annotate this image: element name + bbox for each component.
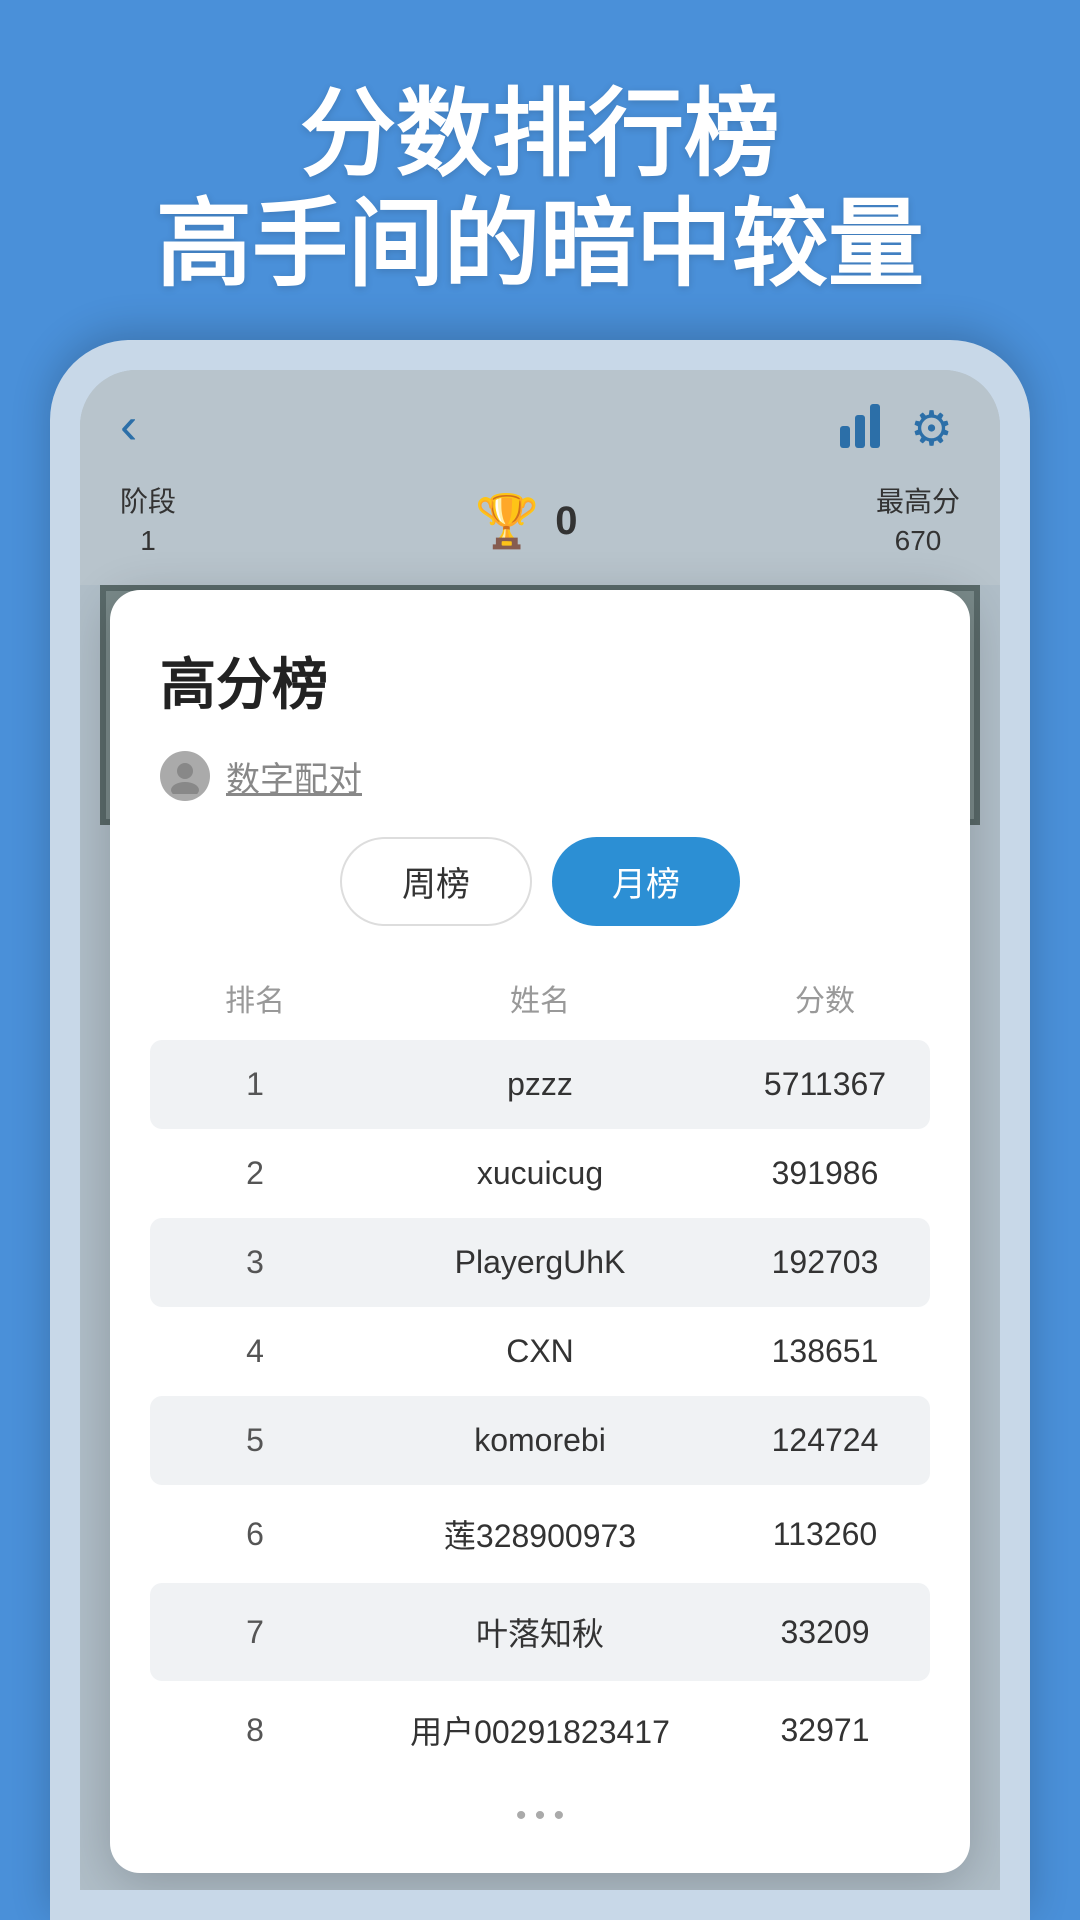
cell-rank: 5 [160, 1422, 350, 1459]
modal-footer: • • • [160, 1779, 920, 1833]
tab-monthly[interactable]: 月榜 [552, 837, 740, 926]
trophy-icon: 🏆 [475, 491, 540, 552]
cell-rank: 8 [160, 1712, 350, 1749]
cell-score: 391986 [730, 1155, 920, 1192]
cell-rank: 7 [160, 1614, 350, 1651]
footer-dots: • • • [516, 1799, 564, 1832]
cell-rank: 4 [160, 1333, 350, 1370]
back-button[interactable]: ‹ [120, 400, 137, 452]
cell-score: 33209 [730, 1614, 920, 1651]
cell-rank: 3 [160, 1244, 350, 1281]
leaderboard-table: 排名 姓名 分数 1 pzzz 5711367 2 xucuicug 39 [160, 966, 920, 1779]
phone-mockup: ‹ ⚙ 阶段 1 � [50, 340, 1030, 1920]
tab-weekly[interactable]: 周榜 [340, 837, 532, 926]
cell-rank: 1 [160, 1066, 350, 1103]
headline-line1: 分数排行榜 [60, 80, 1020, 190]
table-row: 3 PlayergUhK 192703 [150, 1218, 930, 1307]
bar1 [840, 426, 850, 448]
bar3 [870, 404, 880, 448]
app-topbar: ‹ ⚙ [80, 370, 1000, 472]
cell-rank: 2 [160, 1155, 350, 1192]
stage-value: 1 [120, 521, 176, 560]
cell-name: 用户00291823417 [350, 1707, 730, 1753]
cell-score: 138651 [730, 1333, 920, 1370]
headline-line2: 高手间的暗中较量 [60, 190, 1020, 300]
best-score-label: 最高分 [876, 482, 960, 521]
user-avatar-icon [160, 751, 210, 801]
phone-screen: ‹ ⚙ 阶段 1 � [80, 370, 1000, 1890]
cell-name: PlayergUhK [350, 1244, 730, 1281]
game-label-row: 数字配对 [160, 751, 920, 801]
table-row: 7 叶落知秋 33209 [150, 1583, 930, 1681]
cell-name: 叶落知秋 [350, 1609, 730, 1655]
header-name: 姓名 [350, 976, 730, 1020]
cell-name: CXN [350, 1333, 730, 1370]
topbar-icons: ⚙ [840, 401, 960, 451]
modal-title: 高分榜 [160, 640, 920, 721]
cell-score: 5711367 [730, 1066, 920, 1103]
cell-name: xucuicug [350, 1155, 730, 1192]
bar2 [855, 415, 865, 448]
tab-row: 周榜 月榜 [160, 837, 920, 926]
table-row: 1 pzzz 5711367 [150, 1040, 930, 1129]
cell-score: 113260 [730, 1516, 920, 1553]
cell-score: 32971 [730, 1712, 920, 1749]
bar-chart-icon[interactable] [840, 404, 880, 448]
cell-name: 莲328900973 [350, 1511, 730, 1557]
best-score-area: 最高分 670 [876, 482, 960, 560]
leaderboard-modal: 高分榜 数字配对 周榜 月榜 [110, 590, 970, 1873]
score-area: 阶段 1 🏆 0 最高分 670 [80, 472, 1000, 585]
best-score-value: 670 [876, 521, 960, 560]
cell-rank: 6 [160, 1516, 350, 1553]
cell-score: 124724 [730, 1422, 920, 1459]
cell-name: komorebi [350, 1422, 730, 1459]
stage-info: 阶段 1 [120, 482, 176, 560]
header-rank: 排名 [160, 976, 350, 1020]
header-score: 分数 [730, 976, 920, 1020]
trophy-score-value: 0 [555, 499, 577, 544]
table-row: 5 komorebi 124724 [150, 1396, 930, 1485]
settings-icon[interactable]: ⚙ [910, 401, 960, 451]
table-row: 2 xucuicug 391986 [160, 1129, 920, 1218]
stage-label: 阶段 [120, 482, 176, 521]
table-header: 排名 姓名 分数 [160, 966, 920, 1040]
header-section: 分数排行榜 高手间的暗中较量 [0, 0, 1080, 361]
table-row: 4 CXN 138651 [160, 1307, 920, 1396]
cell-score: 192703 [730, 1244, 920, 1281]
table-row: 6 莲328900973 113260 [160, 1485, 920, 1583]
trophy-score-area: 🏆 0 [475, 491, 578, 552]
table-row: 8 用户00291823417 32971 [160, 1681, 920, 1779]
cell-name: pzzz [350, 1066, 730, 1103]
game-name-link[interactable]: 数字配对 [226, 752, 362, 801]
